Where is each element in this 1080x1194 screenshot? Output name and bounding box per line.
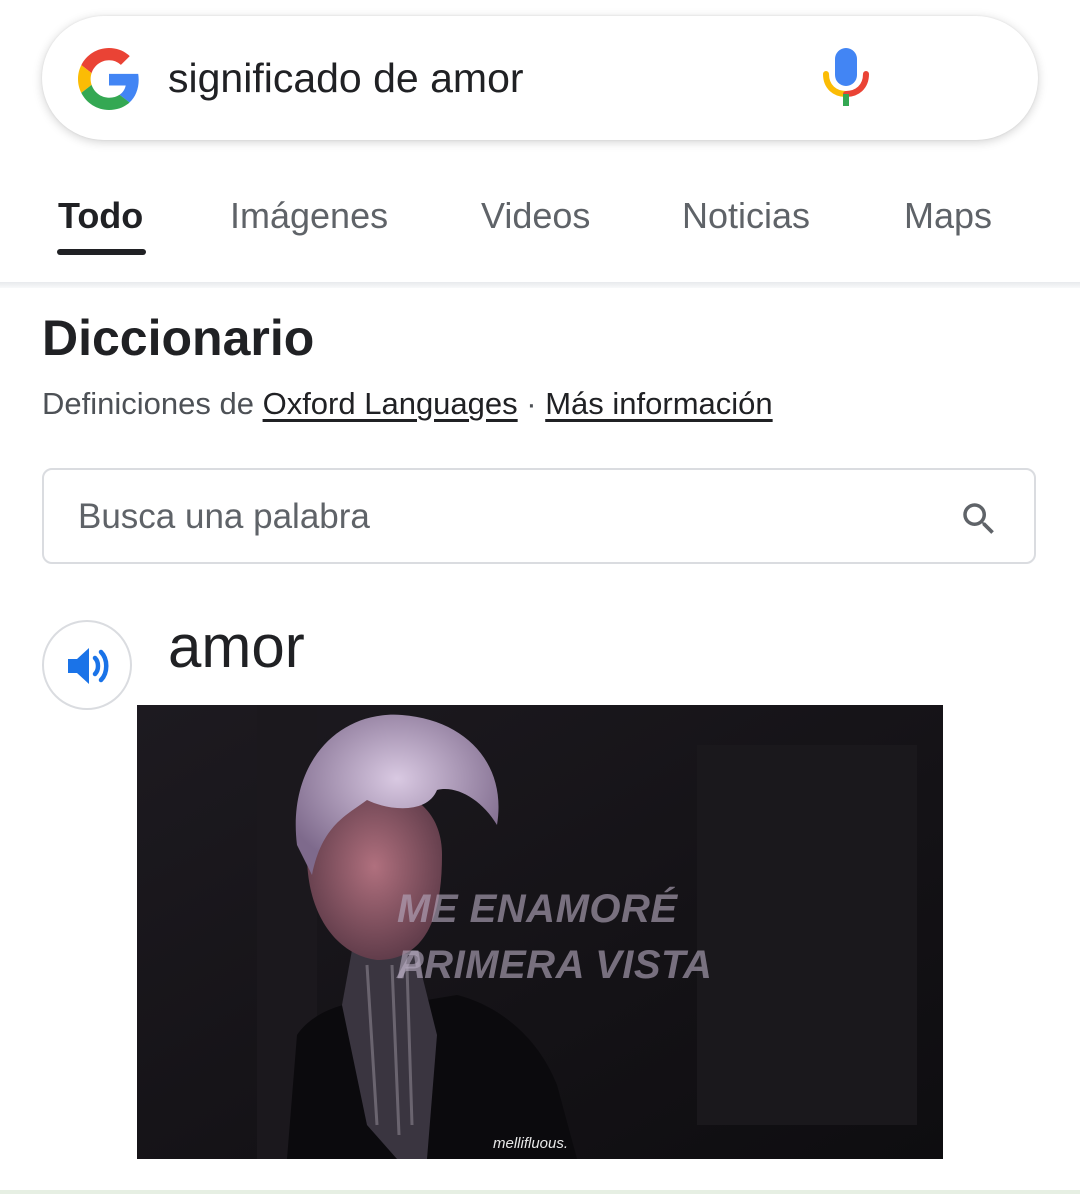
tab-videos[interactable]: Videos (481, 194, 590, 238)
speaker-icon (68, 648, 109, 684)
source-separator: · (517, 386, 546, 421)
microphone-icon[interactable] (820, 44, 872, 110)
word-search-input[interactable] (76, 488, 900, 546)
more-info-link[interactable]: Más información (545, 386, 772, 421)
active-tab-indicator (57, 249, 146, 255)
search-tabs: Todo Imágenes Videos Noticias Maps (0, 160, 1080, 280)
dictionary-word: amor (168, 613, 305, 680)
caption-line-2: PRIMERA VISTA (397, 943, 713, 987)
image-watermark: mellifluous. (493, 1135, 569, 1152)
embedded-image: ME ENAMORÉ A PRIMERA VISTA mellifluous. (137, 705, 943, 1159)
tab-noticias[interactable]: Noticias (682, 194, 810, 238)
word-search-box[interactable] (42, 468, 1036, 564)
pronunciation-button[interactable] (42, 620, 132, 710)
search-query[interactable]: significado de amor (168, 52, 524, 104)
source-prefix: Definiciones de (42, 386, 263, 421)
tab-imagenes[interactable]: Imágenes (230, 194, 388, 238)
google-g-icon[interactable] (78, 48, 140, 110)
tab-maps[interactable]: Maps (904, 194, 992, 238)
dictionary-title: Diccionario (42, 310, 315, 366)
dictionary-source: Definiciones de Oxford Languages · Más i… (42, 384, 773, 424)
tabs-divider (0, 282, 1080, 288)
tab-todo[interactable]: Todo (58, 194, 143, 238)
search-results-page: significado de amor Todo Imágenes Videos… (0, 0, 1080, 1194)
oxford-languages-link[interactable]: Oxford Languages (263, 386, 518, 421)
search-icon[interactable] (958, 498, 1000, 540)
bottom-edge (0, 1190, 1080, 1194)
